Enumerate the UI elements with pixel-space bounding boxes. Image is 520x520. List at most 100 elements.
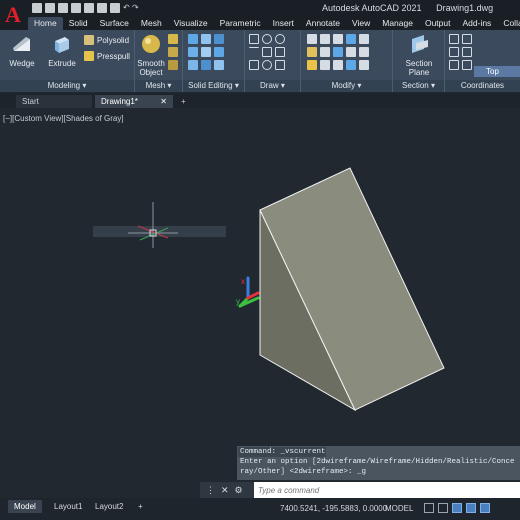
union-icon[interactable]	[188, 34, 198, 44]
tab-output[interactable]: Output	[419, 17, 457, 30]
new-tab-button[interactable]: +	[178, 95, 192, 108]
panel-title-mesh[interactable]: Mesh ▾	[135, 80, 182, 92]
mesh-refine-icon[interactable]	[168, 47, 178, 57]
wedge-solid[interactable]	[259, 167, 445, 412]
tab-home[interactable]: Home	[28, 17, 63, 30]
join-icon[interactable]	[359, 60, 369, 70]
app-menu-button[interactable]: A	[0, 0, 26, 30]
stretch-icon[interactable]	[333, 47, 343, 57]
wedge-button[interactable]: Wedge	[6, 33, 38, 68]
array-icon[interactable]	[359, 47, 369, 57]
mesh-icon[interactable]	[168, 34, 178, 44]
polar-toggle-icon[interactable]	[466, 503, 476, 513]
command-input[interactable]	[258, 484, 516, 496]
interfere-icon[interactable]	[201, 47, 211, 57]
tab-parametric[interactable]: Parametric	[214, 17, 267, 30]
scale-icon[interactable]	[346, 47, 356, 57]
erase-icon[interactable]	[307, 60, 317, 70]
tab-insert[interactable]: Insert	[267, 17, 300, 30]
copy-icon[interactable]	[333, 34, 343, 44]
command-line-grip-icon[interactable]: ⋮	[206, 485, 215, 496]
extend-icon[interactable]	[320, 47, 330, 57]
view-dropdown[interactable]: Top	[474, 66, 520, 77]
intersect-icon[interactable]	[214, 34, 224, 44]
tab-view[interactable]: View	[346, 17, 376, 30]
arc-icon[interactable]	[249, 47, 259, 57]
new-icon[interactable]	[32, 3, 42, 13]
extract-edges-icon[interactable]	[214, 47, 224, 57]
panel-title-modify[interactable]: Modify ▾	[301, 80, 392, 92]
circle-icon[interactable]	[275, 34, 285, 44]
tab-add-ins[interactable]: Add-ins	[456, 17, 497, 30]
ucs-origin-icon[interactable]	[449, 47, 459, 57]
grid-toggle-icon[interactable]	[424, 503, 434, 513]
rectangle-icon[interactable]	[249, 60, 259, 70]
model-space-button[interactable]: MODEL	[385, 504, 413, 513]
rotate-icon[interactable]	[320, 34, 330, 44]
panel-title-draw[interactable]: Draw ▾	[245, 80, 300, 92]
mirror-icon[interactable]	[346, 34, 356, 44]
snap-toggle-icon[interactable]	[438, 503, 448, 513]
tab-visualize[interactable]: Visualize	[168, 17, 214, 30]
offset-icon[interactable]	[320, 60, 330, 70]
mesh-crease-icon[interactable]	[168, 60, 178, 70]
section-plane-button[interactable]: Section Plane	[401, 33, 437, 77]
close-command-icon[interactable]: ✕	[221, 485, 229, 496]
tab-annotate[interactable]: Annotate	[300, 17, 346, 30]
ucs-world-icon[interactable]	[462, 34, 472, 44]
polygon-icon[interactable]	[275, 60, 285, 70]
web-save-icon[interactable]	[97, 3, 107, 13]
tab-collaborate[interactable]: Collaborate	[497, 17, 520, 30]
customize-icon[interactable]: ⚙	[235, 485, 243, 496]
save-as-icon[interactable]	[71, 3, 81, 13]
plot-icon[interactable]	[110, 3, 120, 13]
panel-title-coordinates[interactable]: Coordinates	[445, 80, 520, 92]
trim-icon[interactable]	[307, 47, 317, 57]
extrude-button[interactable]: Extrude	[44, 33, 80, 68]
tab-solid[interactable]: Solid	[63, 17, 94, 30]
save-icon[interactable]	[58, 3, 68, 13]
tab-layout2[interactable]: Layout2	[89, 500, 129, 513]
add-layout-button[interactable]: +	[132, 500, 149, 513]
tab-manage[interactable]: Manage	[376, 17, 419, 30]
polyline-icon[interactable]	[262, 34, 272, 44]
helix-icon[interactable]	[275, 47, 285, 57]
ortho-toggle-icon[interactable]	[452, 503, 462, 513]
panel-title-modeling[interactable]: Modeling ▾	[0, 80, 134, 92]
fillet-icon[interactable]	[359, 34, 369, 44]
web-open-icon[interactable]	[84, 3, 94, 13]
tab-layout1[interactable]: Layout1	[48, 500, 88, 513]
smooth-object-button[interactable]: Smooth Object	[137, 33, 165, 77]
spline-icon[interactable]	[262, 47, 272, 57]
polysolid-button[interactable]: Polysolid	[84, 35, 129, 45]
line-icon[interactable]	[249, 34, 259, 44]
drawing-viewport[interactable]: [−][Custom View][Shades of Gray] x y	[0, 110, 520, 496]
tab-drawing1[interactable]: Drawing1* ✕	[95, 95, 173, 108]
tab-start[interactable]: Start	[16, 95, 92, 108]
tab-mesh[interactable]: Mesh	[135, 17, 168, 30]
ucs-view-icon[interactable]	[462, 47, 472, 57]
ucs-icon[interactable]	[449, 34, 459, 44]
coordinate-readout[interactable]: 7400.5241, -195.5883, 0.0000	[280, 504, 387, 513]
separate-icon[interactable]	[201, 60, 211, 70]
undo-icon[interactable]: ↶	[123, 3, 130, 13]
ucs-3point-icon[interactable]	[449, 60, 459, 70]
ellipse-icon[interactable]	[262, 60, 272, 70]
move-icon[interactable]	[307, 34, 317, 44]
close-tab-icon[interactable]: ✕	[160, 95, 167, 108]
panel-title-section[interactable]: Section ▾	[393, 80, 444, 92]
osnap-toggle-icon[interactable]	[480, 503, 490, 513]
align-icon[interactable]	[346, 60, 356, 70]
panel-title-solid-editing[interactable]: Solid Editing ▾	[183, 80, 244, 92]
slice-icon[interactable]	[188, 47, 198, 57]
explode-icon[interactable]	[333, 60, 343, 70]
open-icon[interactable]	[45, 3, 55, 13]
tab-surface[interactable]: Surface	[94, 17, 135, 30]
ucs-object-icon[interactable]	[462, 60, 472, 70]
redo-icon[interactable]: ↷	[132, 3, 139, 13]
presspull-button[interactable]: Presspull	[84, 51, 130, 61]
subtract-icon[interactable]	[201, 34, 211, 44]
fillet-edge-icon[interactable]	[214, 60, 224, 70]
tab-model[interactable]: Model	[8, 500, 42, 513]
shell-icon[interactable]	[188, 60, 198, 70]
